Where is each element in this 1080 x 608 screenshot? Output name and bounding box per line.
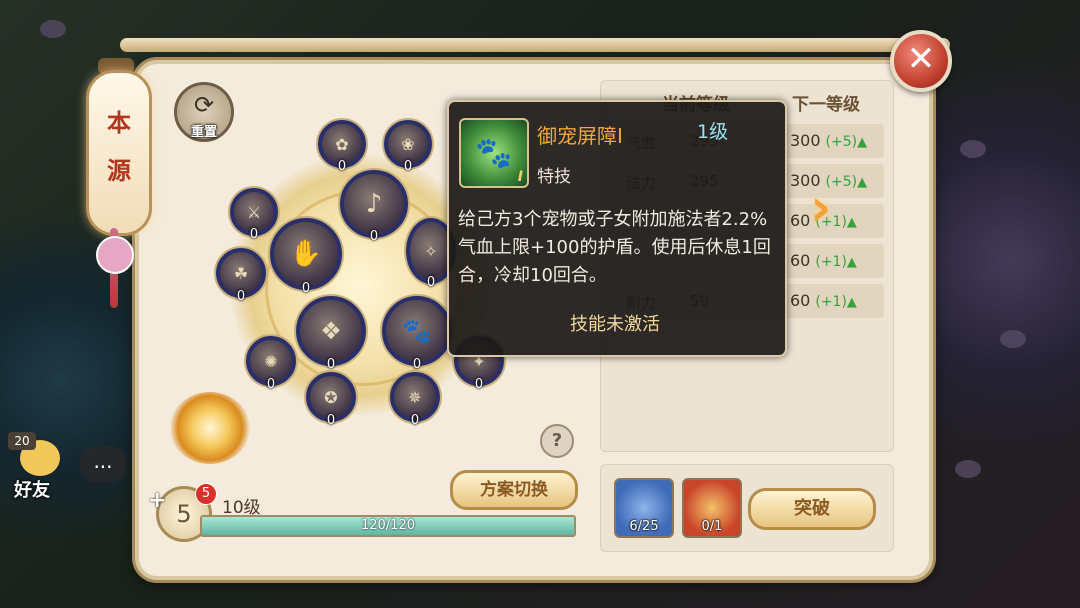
- skill-node[interactable]: 🐾 0: [382, 296, 452, 372]
- stat-increase: (+1): [815, 254, 847, 270]
- up-arrow-icon: ▲: [857, 175, 868, 190]
- skill-name: 御宠屏障I: [537, 124, 623, 148]
- skill-node-level: 0: [369, 229, 379, 244]
- paw-icon: 🐾: [402, 317, 432, 345]
- skill-node-level: 0: [426, 275, 436, 290]
- skill-icon: ☘: [233, 263, 249, 283]
- skill-icon: ✵: [408, 387, 422, 407]
- up-arrow-icon: ▲: [846, 295, 857, 310]
- material-item-blue[interactable]: 6/25: [614, 478, 674, 538]
- skill-icon: ✪: [324, 387, 338, 407]
- stat-increase: (+1): [815, 294, 847, 310]
- skill-icon: ✿: [335, 134, 349, 154]
- tab-label-line1: 本: [107, 108, 131, 137]
- notification-badge: 5: [195, 483, 217, 505]
- close-button[interactable]: ✕: [890, 30, 952, 92]
- help-button[interactable]: ?: [540, 424, 574, 458]
- petal-decoration: [1000, 330, 1026, 348]
- tab-benyuan[interactable]: 本 源: [86, 70, 152, 236]
- friends-label[interactable]: 好友: [14, 476, 50, 502]
- skill-icon: ✺: [264, 351, 278, 371]
- refresh-icon: ⟳: [193, 91, 215, 119]
- item-count: 6/25: [629, 519, 659, 534]
- stat-next-number: 60: [790, 251, 811, 270]
- skill-node-level: 0: [326, 413, 336, 428]
- stat-next-value: 300 (+5)▲: [790, 131, 867, 150]
- skill-node[interactable]: ✿ 0: [318, 120, 366, 174]
- hand-icon: ✋: [289, 239, 323, 269]
- skill-status: 技能未激活: [570, 314, 660, 335]
- skill-node[interactable]: ✋ 0: [270, 218, 342, 296]
- skill-level: 1级: [697, 121, 729, 143]
- stat-next-number: 60: [790, 211, 811, 230]
- close-icon: ✕: [906, 39, 936, 79]
- skill-node-level: 0: [410, 413, 420, 428]
- panel-top-rail: [120, 38, 950, 52]
- skill-node[interactable]: ✵ 0: [390, 372, 440, 428]
- stat-increase: (+5): [825, 134, 858, 150]
- level-progress-text: 120/120: [360, 518, 415, 533]
- skill-node[interactable]: ✺ 0: [246, 336, 296, 392]
- skill-node-level: 0: [236, 289, 246, 304]
- skill-node[interactable]: ✪ 0: [306, 372, 356, 428]
- skill-node[interactable]: ☘ 0: [216, 248, 266, 304]
- tab-label-line2: 源: [107, 156, 131, 185]
- skill-node-level: 0: [403, 159, 413, 174]
- col-next-level: 下一等级: [792, 95, 860, 115]
- level-progress-bar: 120/120: [200, 515, 576, 537]
- stat-next-number: 60: [790, 291, 811, 310]
- skill-node-level: 0: [301, 281, 311, 296]
- up-arrow-icon: ▲: [857, 135, 868, 150]
- plus-icon: +: [148, 488, 167, 513]
- petal-decoration: [960, 140, 986, 158]
- item-count: 0/1: [701, 519, 723, 534]
- skill-node-level: 0: [337, 159, 347, 174]
- up-arrow-icon: ▲: [846, 255, 857, 270]
- scheme-switch-button[interactable]: 方案切换: [450, 470, 578, 510]
- petal-decoration: [955, 460, 981, 478]
- breakthrough-button[interactable]: 突破: [748, 488, 876, 530]
- skill-node[interactable]: ❀ 0: [384, 120, 432, 174]
- music-icon: ♪: [365, 189, 383, 219]
- skill-node[interactable]: ❖ 0: [296, 296, 366, 372]
- skill-rank-numeral: I: [517, 169, 523, 185]
- material-item-red[interactable]: 0/1: [682, 478, 742, 538]
- skill-node-level: 0: [326, 357, 336, 372]
- next-arrow-icon[interactable]: ›: [810, 178, 840, 238]
- skill-icon: ⚔: [246, 202, 262, 222]
- petal-decoration: [40, 20, 66, 38]
- skill-node-level: 0: [412, 357, 422, 372]
- chat-icon[interactable]: ...: [80, 446, 126, 482]
- skill-icon: ❖: [320, 317, 342, 345]
- skill-node-level: 0: [249, 227, 259, 242]
- skill-node[interactable]: ⚔ 0: [230, 188, 278, 242]
- stat-next-number: 300: [790, 131, 821, 150]
- lantern-charm: [96, 236, 134, 274]
- reset-label: 重置: [190, 125, 217, 140]
- skill-node-level: 0: [266, 377, 276, 392]
- skill-icon: ❀: [401, 134, 415, 154]
- skill-node-level: 0: [474, 377, 484, 392]
- skill-icon: ✧: [424, 241, 438, 261]
- skill-tooltip-icon: 🐾 I: [459, 118, 529, 188]
- skill-description: 给己方3个宠物或子女附加施法者2.2%气血上限+100的护盾。使用后休息1回合，…: [458, 209, 771, 286]
- skill-type: 特技: [537, 167, 571, 187]
- skill-node[interactable]: ♪ 0: [340, 170, 408, 244]
- up-arrow-icon: ▲: [846, 215, 857, 230]
- reset-button[interactable]: ⟳ 重置: [174, 82, 234, 142]
- fire-orb-icon[interactable]: [170, 392, 250, 464]
- stat-next-value: 60 (+1)▲: [790, 291, 857, 310]
- friend-count-badge: 20: [8, 432, 36, 450]
- stat-next-value: 60 (+1)▲: [790, 251, 857, 270]
